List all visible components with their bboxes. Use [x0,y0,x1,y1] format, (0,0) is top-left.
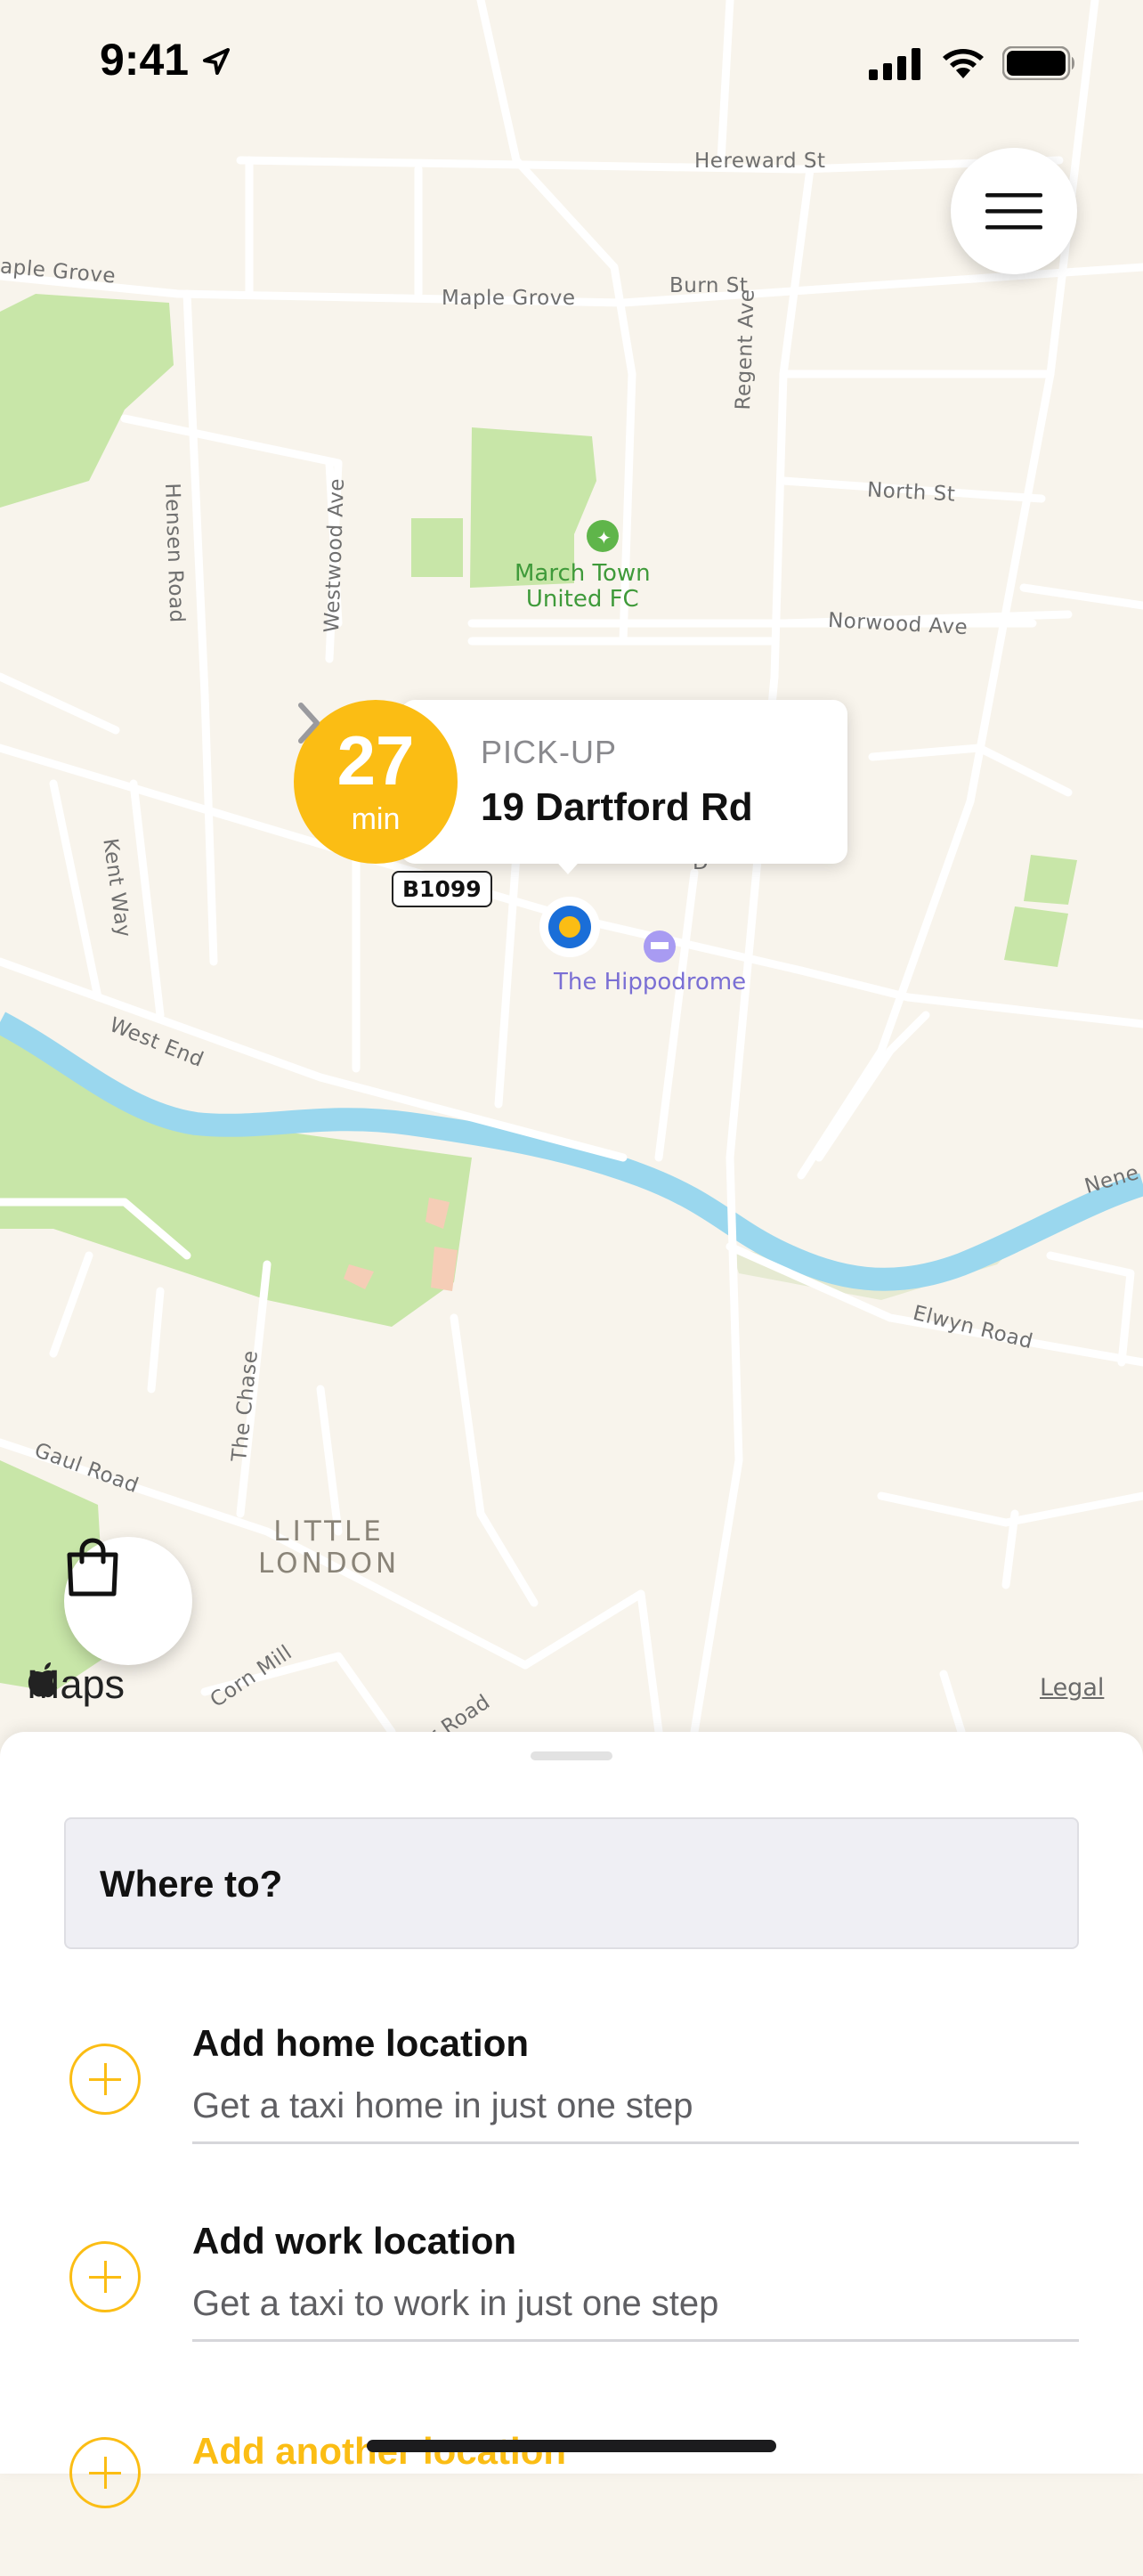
row-divider [192,2141,1079,2144]
status-time: 9:41 [100,35,190,85]
location-subtitle: Get a taxi home in just one step [192,2086,693,2125]
hotel-label[interactable]: The Hippodrome [554,969,746,995]
shopping-bag-button[interactable] [64,1537,192,1665]
cellular-signal-icon [869,48,920,80]
status-bar: 9:41 [0,0,1143,125]
maps-brand: Maps [27,1662,125,1708]
pickup-address: 19 Dartford Rd [481,785,753,829]
destination-search-field[interactable] [64,1817,1079,1949]
home-indicator[interactable] [367,2440,776,2452]
location-title: Add home location [192,2022,529,2064]
plus-circle-icon [69,2437,141,2508]
area-label: LITTLE LONDON [258,1516,401,1580]
row-divider [192,2339,1079,2342]
location-title: Add work location [192,2220,517,2262]
add-home-location-row[interactable]: Add home location Get a taxi home in jus… [0,1983,1143,2181]
battery-icon [1002,46,1074,80]
pickup-card[interactable]: 27 min PICK-UP 19 Dartford Rd [294,700,847,874]
chevron-right-icon[interactable] [294,700,324,746]
location-arrow-icon [203,48,230,75]
street-label: Hensen Road [160,483,189,624]
sheet-grabber[interactable] [531,1751,612,1760]
eta-unit: min [351,802,401,836]
street-label: Maple Grove [442,287,576,310]
street-label: Hereward St [694,150,826,173]
card-pointer [552,857,584,874]
menu-button[interactable] [951,148,1077,274]
shopping-bag-icon [67,1538,118,1597]
pickup-label: PICK-UP [481,734,618,770]
add-work-location-row[interactable]: Add work location Get a taxi to work in … [0,2181,1143,2378]
plus-circle-icon [69,2241,141,2312]
bottom-sheet[interactable]: Add home location Get a taxi home in jus… [0,1732,1143,2508]
map-view[interactable]: ✦ Hereward St aple Grove Maple Grove Bur… [0,0,1143,1732]
road-number-badge: B1099 [392,871,492,907]
wifi-icon [943,49,984,78]
pickup-info-box[interactable] [401,700,847,864]
hamburger-menu-icon [985,193,1042,230]
apple-logo-icon [28,1662,58,1698]
legal-link[interactable]: Legal [1040,1674,1104,1702]
street-label: Regent Ave [732,288,759,410]
location-subtitle: Get a taxi to work in just one step [192,2284,719,2323]
stadium-label[interactable]: March Town United FC [515,561,651,613]
street-label: North St [866,478,956,507]
plus-circle-icon [69,2044,141,2115]
destination-search-input[interactable] [98,1819,1045,1949]
svg-text:✦: ✦ [596,527,612,549]
add-another-location-row[interactable]: Add another location [0,2378,1143,2576]
